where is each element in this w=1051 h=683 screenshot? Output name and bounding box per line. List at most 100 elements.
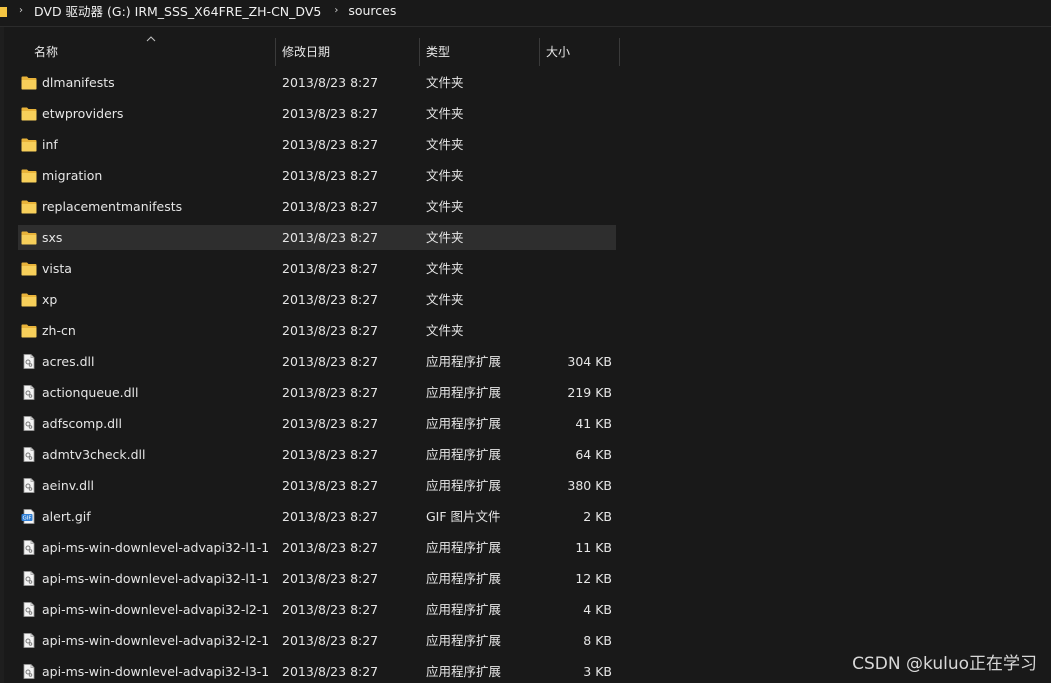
dll-file-icon	[21, 354, 37, 369]
file-type: 应用程序扩展	[426, 478, 502, 493]
file-row[interactable]: api-ms-win-downlevel-advapi32-l2-1-... 20…	[18, 597, 616, 622]
column-header-size[interactable]: 大小	[546, 38, 570, 66]
file-size: 380 KB	[567, 478, 612, 493]
folder-icon	[21, 230, 37, 245]
file-date-modified: 2013/8/23 8:27	[282, 292, 379, 307]
breadcrumb-item-drive[interactable]: DVD 驱动器 (G:) IRM_SSS_X64FRE_ZH-CN_DV5	[34, 1, 321, 20]
file-size: 304 KB	[567, 354, 612, 369]
file-name: api-ms-win-downlevel-advapi32-l1-1-...	[42, 571, 268, 586]
file-name: aeinv.dll	[42, 478, 95, 493]
folder-icon	[0, 5, 7, 17]
dll-file-icon	[21, 540, 37, 555]
file-row[interactable]: api-ms-win-downlevel-advapi32-l1-1-... 20…	[18, 535, 616, 560]
folder-row[interactable]: migration 2013/8/23 8:27 文件夹	[18, 163, 616, 188]
column-resize-handle[interactable]	[539, 38, 540, 66]
file-name: dlmanifests	[42, 75, 115, 90]
column-header-name[interactable]: 名称	[34, 38, 58, 66]
file-type: 文件夹	[426, 199, 464, 214]
file-row[interactable]: api-ms-win-downlevel-advapi32-l2-1-... 20…	[18, 628, 616, 653]
file-date-modified: 2013/8/23 8:27	[282, 478, 379, 493]
file-row[interactable]: api-ms-win-downlevel-advapi32-l1-1-... 20…	[18, 566, 616, 591]
file-row[interactable]: acres.dll 2013/8/23 8:27 应用程序扩展 304 KB	[18, 349, 616, 374]
file-name: alert.gif	[42, 509, 91, 524]
file-date-modified: 2013/8/23 8:27	[282, 509, 379, 524]
column-resize-handle[interactable]	[619, 38, 620, 66]
folder-row[interactable]: replacementmanifests 2013/8/23 8:27 文件夹	[18, 194, 616, 219]
folder-row[interactable]: xp 2013/8/23 8:27 文件夹	[18, 287, 616, 312]
file-size: 8 KB	[583, 633, 612, 648]
gif-file-icon: GIF	[21, 509, 37, 524]
file-row[interactable]: actionqueue.dll 2013/8/23 8:27 应用程序扩展 219 K…	[18, 380, 616, 405]
file-date-modified: 2013/8/23 8:27	[282, 447, 379, 462]
file-date-modified: 2013/8/23 8:27	[282, 323, 379, 338]
file-name: api-ms-win-downlevel-advapi32-l2-1-...	[42, 633, 268, 648]
file-date-modified: 2013/8/23 8:27	[282, 602, 379, 617]
file-row[interactable]: admtv3check.dll 2013/8/23 8:27 应用程序扩展 64 KB	[18, 442, 616, 467]
folder-row[interactable]: sxs 2013/8/23 8:27 文件夹	[18, 225, 616, 250]
divider	[0, 26, 1051, 27]
left-edge	[0, 27, 4, 683]
dll-file-icon	[21, 633, 37, 648]
folder-row[interactable]: zh-cn 2013/8/23 8:27 文件夹	[18, 318, 616, 343]
file-date-modified: 2013/8/23 8:27	[282, 354, 379, 369]
folder-icon	[21, 261, 37, 276]
folder-row[interactable]: vista 2013/8/23 8:27 文件夹	[18, 256, 616, 281]
file-name: etwproviders	[42, 106, 124, 121]
file-type: 应用程序扩展	[426, 416, 502, 431]
file-row[interactable]: api-ms-win-downlevel-advapi32-l3-1-... 20…	[18, 659, 616, 683]
svg-text:GIF: GIF	[22, 516, 31, 522]
file-date-modified: 2013/8/23 8:27	[282, 664, 379, 679]
file-name: sxs	[42, 230, 63, 245]
column-resize-handle[interactable]	[275, 38, 276, 66]
file-row[interactable]: adfscomp.dll 2013/8/23 8:27 应用程序扩展 41 KB	[18, 411, 616, 436]
folder-row[interactable]: dlmanifests 2013/8/23 8:27 文件夹	[18, 70, 616, 95]
chevron-right-icon: ›	[334, 5, 339, 16]
file-type: 应用程序扩展	[426, 571, 502, 586]
file-date-modified: 2013/8/23 8:27	[282, 199, 379, 214]
file-size: 219 KB	[567, 385, 612, 400]
dll-file-icon	[21, 571, 37, 586]
file-type: 文件夹	[426, 106, 464, 121]
file-date-modified: 2013/8/23 8:27	[282, 571, 379, 586]
file-size: 2 KB	[583, 509, 612, 524]
file-date-modified: 2013/8/23 8:27	[282, 540, 379, 555]
file-type: 文件夹	[426, 168, 464, 183]
file-row[interactable]: aeinv.dll 2013/8/23 8:27 应用程序扩展 380 KB	[18, 473, 616, 498]
folder-icon	[21, 323, 37, 338]
file-date-modified: 2013/8/23 8:27	[282, 75, 379, 90]
file-size: 11 KB	[575, 540, 612, 555]
folder-icon	[21, 292, 37, 307]
file-type: 文件夹	[426, 230, 464, 245]
folder-row[interactable]: inf 2013/8/23 8:27 文件夹	[18, 132, 616, 157]
column-header-type[interactable]: 类型	[426, 38, 450, 66]
file-date-modified: 2013/8/23 8:27	[282, 416, 379, 431]
file-name: api-ms-win-downlevel-advapi32-l1-1-...	[42, 540, 268, 555]
folder-icon	[21, 137, 37, 152]
watermark: CSDN @kuluo正在学习	[852, 654, 1037, 674]
file-date-modified: 2013/8/23 8:27	[282, 168, 379, 183]
file-date-modified: 2013/8/23 8:27	[282, 633, 379, 648]
file-name: inf	[42, 137, 58, 152]
file-type: 文件夹	[426, 323, 464, 338]
dll-file-icon	[21, 385, 37, 400]
file-row[interactable]: GIF alert.gif 2013/8/23 8:27 GIF 图片文件 2 KB	[18, 504, 616, 529]
file-name: acres.dll	[42, 354, 95, 369]
file-size: 3 KB	[583, 664, 612, 679]
file-type: 应用程序扩展	[426, 385, 502, 400]
file-size: 64 KB	[575, 447, 612, 462]
file-type: 应用程序扩展	[426, 447, 502, 462]
file-name: zh-cn	[42, 323, 76, 338]
file-type: 应用程序扩展	[426, 664, 502, 679]
file-type: 文件夹	[426, 261, 464, 276]
file-name: api-ms-win-downlevel-advapi32-l2-1-...	[42, 602, 268, 617]
breadcrumb-item-sources[interactable]: sources	[348, 3, 396, 18]
folder-icon	[21, 106, 37, 121]
dll-file-icon	[21, 447, 37, 462]
file-type: GIF 图片文件	[426, 509, 501, 524]
column-resize-handle[interactable]	[419, 38, 420, 66]
file-type: 应用程序扩展	[426, 602, 502, 617]
file-name: migration	[42, 168, 103, 183]
folder-row[interactable]: etwproviders 2013/8/23 8:27 文件夹	[18, 101, 616, 126]
file-name: api-ms-win-downlevel-advapi32-l3-1-...	[42, 664, 268, 679]
column-header-date[interactable]: 修改日期	[282, 38, 330, 66]
